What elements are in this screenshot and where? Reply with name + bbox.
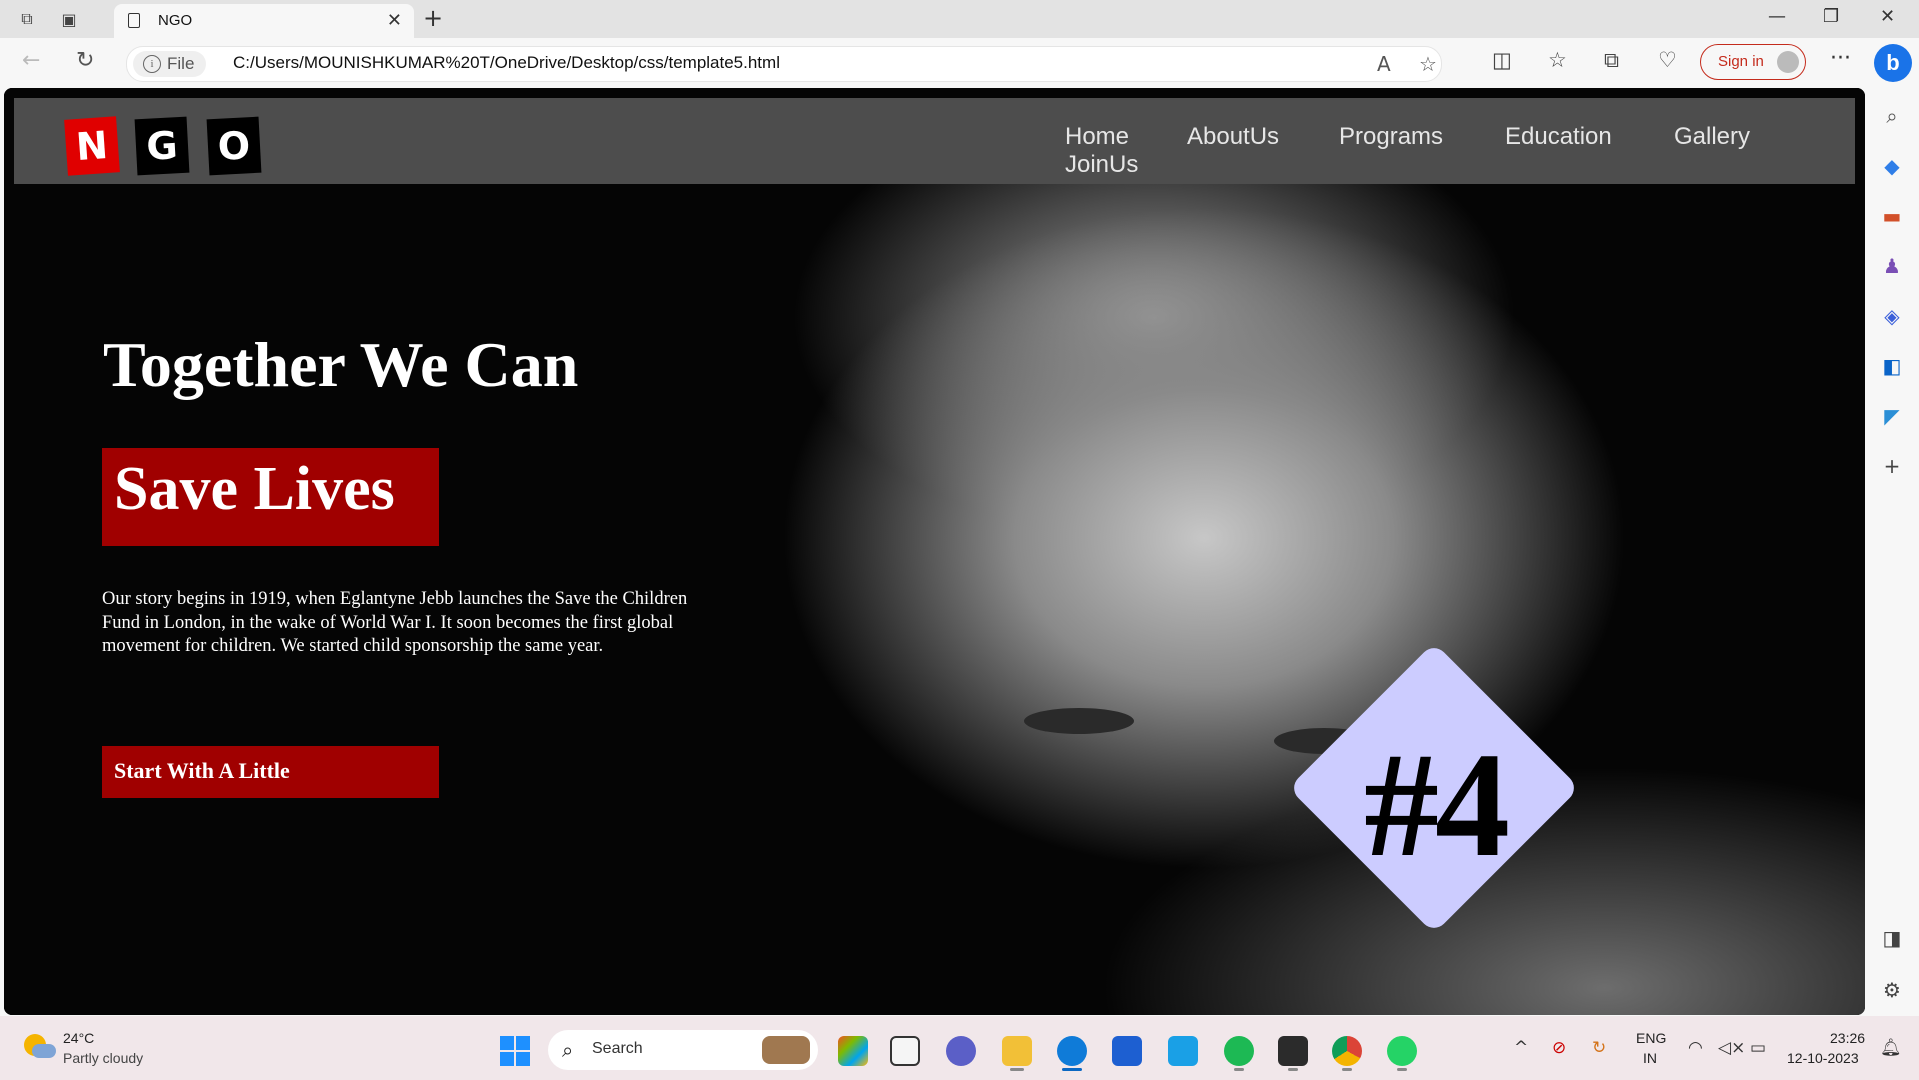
favorite-star-icon[interactable]: ☆	[1419, 52, 1437, 76]
close-tab-icon[interactable]: ✕	[387, 10, 402, 31]
language-code[interactable]: ENG	[1636, 1030, 1666, 1046]
file-explorer-icon[interactable]	[1002, 1036, 1032, 1066]
edge-browser-icon[interactable]	[1057, 1036, 1087, 1066]
terminal-icon[interactable]	[1278, 1036, 1308, 1066]
more-menu-icon[interactable]: ···	[1830, 46, 1851, 71]
running-indicator	[1397, 1068, 1407, 1071]
web-page: N G O Home AboutUs Programs Education Ga…	[4, 88, 1865, 1015]
cta-label: Start With A Little	[114, 758, 290, 783]
copilot-icon[interactable]: b	[1874, 44, 1912, 82]
sidebar-settings-icon[interactable]: ⚙	[1880, 978, 1904, 1002]
nav-gallery[interactable]: Gallery	[1674, 123, 1750, 151]
tab-ngo[interactable]: NGO ✕	[114, 4, 414, 38]
browser-toolbar: ← ↻ i File C:/Users/MOUNISHKUMAR%20T/One…	[0, 38, 1919, 90]
search-highlight-image	[762, 1036, 810, 1064]
microsoft-store-icon[interactable]	[1112, 1036, 1142, 1066]
logo-letter[interactable]: N	[64, 116, 120, 176]
sync-icon[interactable]: ↻	[1592, 1038, 1606, 1058]
back-icon[interactable]: ←	[22, 48, 40, 73]
vertical-tabs-icon[interactable]: ▣	[58, 8, 80, 30]
restore-icon[interactable]: ❐	[1823, 6, 1839, 27]
site-navbar: N G O Home AboutUs Programs Education Ga…	[14, 98, 1855, 184]
search-placeholder: Search	[592, 1040, 643, 1057]
edge-sidebar: ⌕ ◆ ▬ ♟ ◈ ◧ ◤ + ◨ ⚙	[1866, 90, 1919, 1016]
sign-in-label: Sign in	[1718, 53, 1764, 70]
battery-icon[interactable]: ▭	[1750, 1038, 1766, 1058]
notifications-bell-icon[interactable]: 🔔︎	[1880, 1038, 1902, 1058]
wifi-icon[interactable]: ◠	[1688, 1038, 1703, 1058]
hero-paragraph: Our story begins in 1919, when Eglantyne…	[102, 589, 688, 656]
outlook-icon[interactable]: ◧	[1880, 354, 1904, 378]
url-text[interactable]: C:/Users/MOUNISHKUMAR%20T/OneDrive/Deskt…	[233, 53, 780, 73]
site-info-chip[interactable]: i File	[133, 51, 207, 77]
nav-education[interactable]: Education	[1505, 123, 1612, 151]
chrome-icon[interactable]	[1332, 1036, 1362, 1066]
hero-background-image	[4, 88, 1865, 1015]
tab-title: NGO	[158, 12, 193, 29]
weather-icon[interactable]	[22, 1030, 56, 1062]
taskbar-search[interactable]: ⌕ Search	[548, 1030, 818, 1070]
copilot-preview-app-icon[interactable]	[838, 1036, 868, 1066]
info-icon: i	[143, 55, 161, 73]
clock-date[interactable]: 12-10-2023	[1787, 1050, 1859, 1066]
start-button[interactable]	[500, 1036, 530, 1066]
diamond-badge-text: #4	[1364, 722, 1510, 888]
clock-time[interactable]: 23:26	[1830, 1030, 1865, 1046]
start-with-a-little-button[interactable]: Start With A Little	[102, 746, 439, 798]
hero-title: Together We Can	[103, 329, 579, 400]
microsoft-365-icon[interactable]: ◈	[1880, 304, 1904, 328]
add-sidebar-app-icon[interactable]: +	[1880, 454, 1904, 478]
favorites-icon[interactable]: ☆	[1548, 48, 1567, 72]
games-icon[interactable]: ♟	[1880, 254, 1904, 278]
sign-in-button[interactable]: Sign in	[1700, 44, 1806, 80]
task-view-icon[interactable]	[890, 1036, 920, 1066]
minimize-icon[interactable]: —	[1768, 6, 1786, 27]
collections-icon[interactable]: ⧉	[1604, 48, 1619, 73]
browser-tab-strip: ⧉ ▣ NGO ✕ + — ❐ ✕	[0, 0, 1919, 38]
spotify-icon[interactable]	[1224, 1036, 1254, 1066]
running-indicator	[1342, 1068, 1352, 1071]
search-icon[interactable]: ⌕	[1880, 104, 1904, 128]
drop-icon[interactable]: ◤	[1880, 404, 1904, 428]
l-app-icon[interactable]	[1168, 1036, 1198, 1066]
profile-avatar-icon	[1777, 51, 1799, 73]
whatsapp-icon[interactable]	[1387, 1036, 1417, 1066]
read-aloud-icon[interactable]: A	[1377, 52, 1391, 76]
weather-condition[interactable]: Partly cloudy	[63, 1050, 143, 1066]
hero-image-detail	[1024, 708, 1134, 734]
muted-speaker-icon[interactable]: ◁×	[1718, 1038, 1745, 1058]
windows-taskbar: 24°C Partly cloudy ⌕ Search ^ ⊘ ↻ ENG IN…	[0, 1016, 1919, 1080]
refresh-icon[interactable]: ↻	[76, 48, 94, 73]
nav-join-us[interactable]: JoinUs	[1065, 151, 1138, 179]
browser-essentials-icon[interactable]: ♡	[1658, 48, 1677, 72]
shopping-tag-icon[interactable]: ◆	[1880, 154, 1904, 178]
logo-letter[interactable]: O	[206, 116, 262, 176]
workspaces-icon[interactable]: ⧉	[16, 8, 38, 30]
hide-sidebar-icon[interactable]: ◨	[1880, 926, 1904, 950]
active-indicator	[1062, 1068, 1082, 1071]
teams-chat-icon[interactable]	[946, 1036, 976, 1066]
nav-home[interactable]: Home	[1065, 123, 1129, 151]
language-region[interactable]: IN	[1643, 1050, 1657, 1066]
new-tab-button[interactable]: +	[423, 4, 443, 32]
running-indicator	[1288, 1068, 1298, 1071]
hero-badge-text: Save Lives	[114, 455, 395, 523]
weather-temperature[interactable]: 24°C	[63, 1030, 94, 1046]
running-indicator	[1234, 1068, 1244, 1071]
nav-about-us[interactable]: AboutUs	[1187, 123, 1279, 151]
close-window-icon[interactable]: ✕	[1880, 6, 1895, 27]
split-screen-icon[interactable]: ◫	[1492, 48, 1512, 72]
show-hidden-icons-chevron-icon[interactable]: ^	[1514, 1038, 1528, 1058]
network-error-icon[interactable]: ⊘	[1552, 1038, 1566, 1058]
running-indicator	[1010, 1068, 1024, 1071]
search-icon: ⌕	[562, 1038, 574, 1062]
file-label: File	[167, 54, 195, 73]
document-icon	[128, 13, 140, 28]
tools-icon[interactable]: ▬	[1880, 204, 1904, 228]
nav-programs[interactable]: Programs	[1339, 123, 1443, 151]
logo-letter[interactable]: G	[134, 116, 190, 176]
hero-badge: Save Lives	[102, 448, 439, 546]
address-bar[interactable]: i File C:/Users/MOUNISHKUMAR%20T/OneDriv…	[126, 46, 1442, 82]
